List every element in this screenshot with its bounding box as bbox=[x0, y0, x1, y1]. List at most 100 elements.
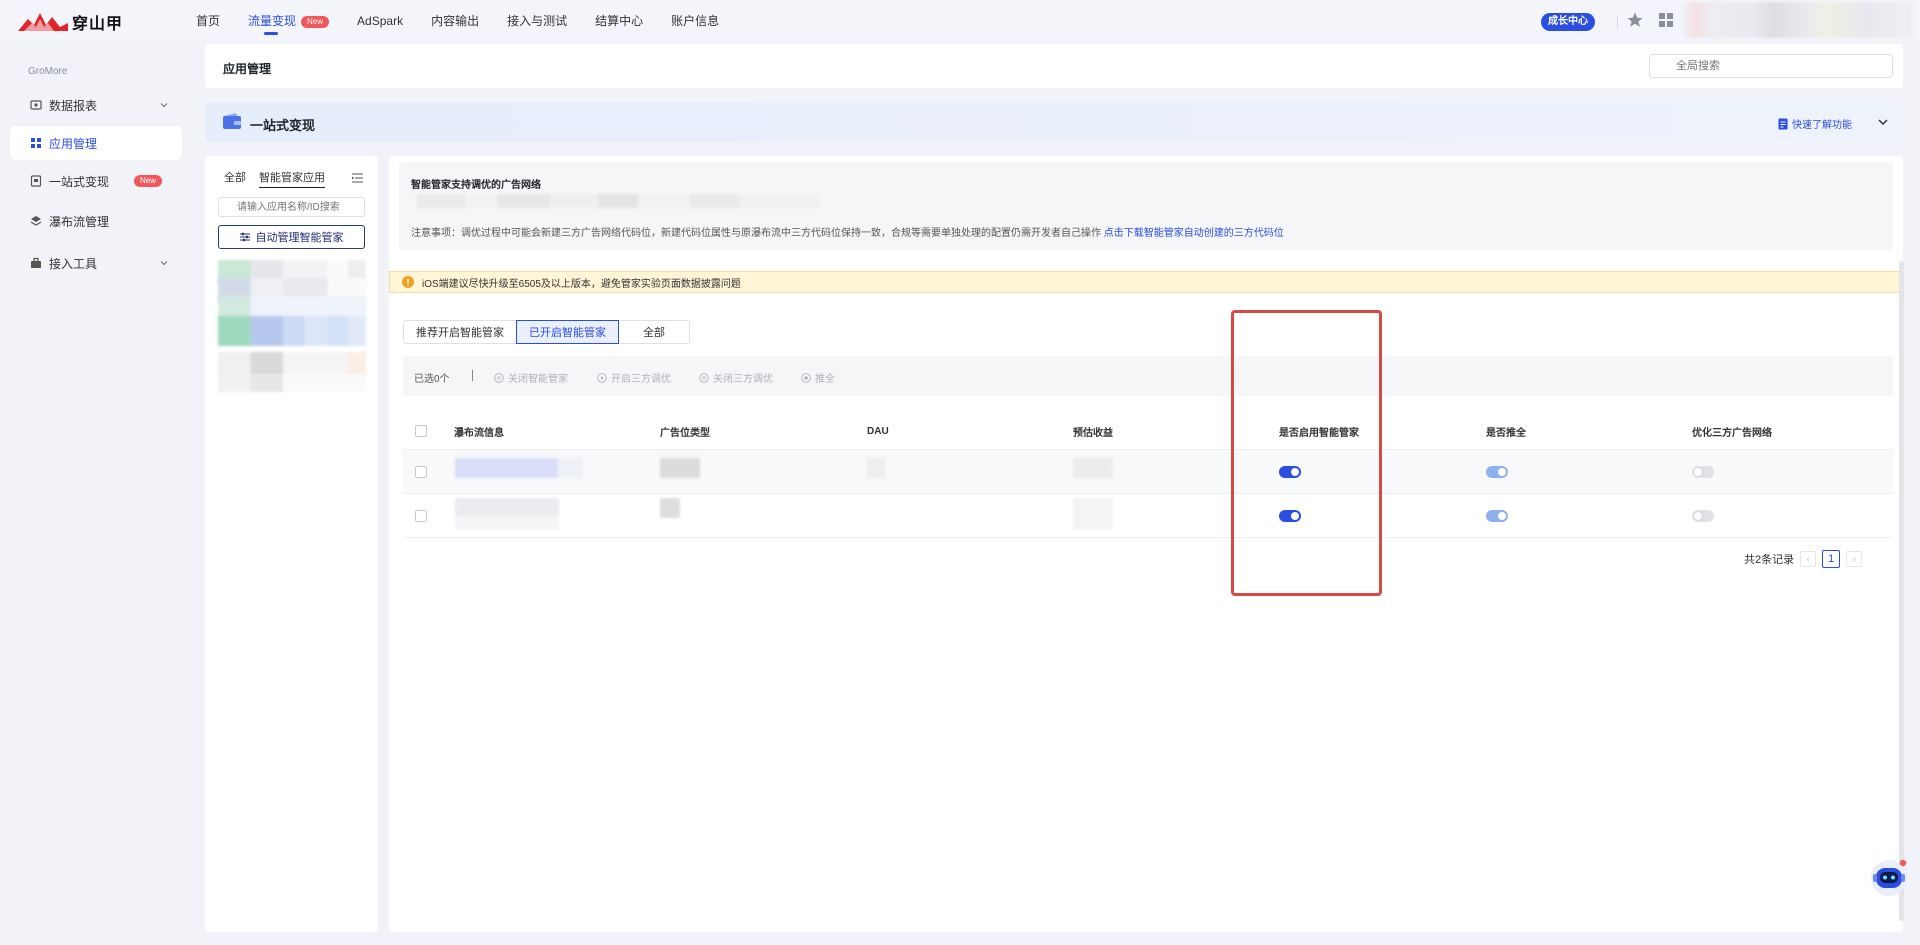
prev-page-button[interactable]: ‹ bbox=[1800, 551, 1817, 567]
wallet-icon bbox=[30, 175, 42, 187]
column-header-ad-type: 广告位类型 bbox=[660, 427, 710, 439]
warning-icon bbox=[402, 276, 414, 288]
column-header-estimated-revenue: 预估收益 bbox=[1073, 427, 1113, 439]
push-all-toggle[interactable] bbox=[1486, 466, 1508, 478]
chevron-down-icon[interactable] bbox=[1877, 117, 1889, 127]
nav-content-output[interactable]: 内容输出 bbox=[431, 0, 479, 42]
page-number-button[interactable]: 1 bbox=[1822, 550, 1841, 568]
sidebar-item-app-management[interactable]: 应用管理 bbox=[10, 126, 182, 160]
ad-type-cell bbox=[660, 498, 680, 518]
ad-network-logos bbox=[417, 194, 819, 208]
page-title: 应用管理 bbox=[223, 62, 272, 76]
sidebar-item-label: 数据报表 bbox=[49, 98, 98, 113]
tab-all[interactable]: 全部 bbox=[224, 169, 246, 185]
pause-icon bbox=[494, 372, 504, 383]
list-item[interactable] bbox=[218, 374, 366, 392]
bulk-action-label: 关闭智能管家 bbox=[508, 374, 568, 385]
page-scrollbar[interactable] bbox=[1899, 261, 1904, 921]
column-header-dau: DAU bbox=[867, 425, 889, 437]
pangolin-logo-icon bbox=[18, 13, 68, 31]
sidebar-group-label: GroMore bbox=[28, 66, 68, 77]
auto-manage-button[interactable]: 自动管理智能管家 bbox=[218, 225, 365, 249]
column-header-optimize-third-party: 优化三方广告网络 bbox=[1692, 427, 1772, 439]
tab-all-waterfalls[interactable]: 全部 bbox=[618, 320, 690, 344]
list-item[interactable] bbox=[218, 316, 366, 346]
one-stop-title: 一站式变现 bbox=[250, 118, 316, 133]
ad-type-cell bbox=[660, 458, 700, 478]
tab-enabled[interactable]: 已开启智能管家 bbox=[516, 320, 619, 344]
nav-adspark[interactable]: AdSpark bbox=[357, 0, 403, 42]
new-badge: New bbox=[301, 16, 330, 28]
layers-icon bbox=[30, 216, 42, 226]
nav-home[interactable]: 首页 bbox=[196, 0, 220, 42]
column-header-waterfall-info: 瀑布流信息 bbox=[454, 427, 504, 439]
sidebar-item-label: 一站式变现 bbox=[49, 174, 110, 189]
auto-manage-label: 自动管理智能管家 bbox=[255, 232, 344, 244]
quick-learn-label: 快速了解功能 bbox=[1792, 120, 1852, 131]
push-all-toggle[interactable] bbox=[1486, 510, 1508, 522]
bulk-action-label: 推全 bbox=[815, 374, 835, 385]
chevron-down-icon bbox=[160, 261, 168, 266]
select-all-checkbox[interactable] bbox=[415, 425, 427, 437]
wallet-icon bbox=[223, 113, 241, 129]
page-header: 应用管理 bbox=[205, 44, 1903, 88]
table-row[interactable] bbox=[403, 450, 1893, 494]
toolbox-icon bbox=[31, 257, 41, 268]
nav-integration-testing[interactable]: 接入与测试 bbox=[507, 0, 567, 42]
note-content: 注意事项：调优过程中可能会新建三方广告网络代码位，新建代码位属性与原瀑布流中三方… bbox=[411, 228, 1101, 239]
main-nav: 首页 流量变现 New AdSpark 内容输出 接入与测试 结算中心 账户信息 bbox=[196, 0, 747, 42]
nav-account-info[interactable]: 账户信息 bbox=[671, 0, 719, 42]
info-title: 智能管家支持调优的广告网络 bbox=[411, 180, 541, 191]
tab-smart-manager-apps[interactable]: 智能管家应用 bbox=[259, 169, 325, 188]
row-checkbox[interactable] bbox=[415, 466, 427, 478]
brand-logo[interactable]: 穿山甲 bbox=[18, 10, 123, 34]
play-icon bbox=[597, 372, 607, 383]
growth-center-button[interactable]: 成长中心 bbox=[1541, 13, 1595, 31]
optimize-third-party-toggle[interactable] bbox=[1692, 510, 1714, 522]
push-all-action[interactable]: 推全 bbox=[801, 370, 835, 385]
top-navigation-bar: 穿山甲 首页 流量变现 New AdSpark 内容输出 接入与测试 结算中心 账… bbox=[0, 0, 1920, 42]
grid-icon bbox=[31, 138, 41, 148]
sidebar-item-data-report[interactable]: 数据报表 bbox=[10, 88, 182, 122]
enable-third-party-tuning-action[interactable]: 开启三方调优 bbox=[597, 370, 671, 385]
sidebar-item-integration-tools[interactable]: 接入工具 bbox=[10, 246, 182, 280]
note-text: 注意事项：调优过程中可能会新建三方广告网络代码位，新建代码位属性与原瀑布流中三方… bbox=[411, 224, 1284, 239]
pause-icon bbox=[699, 372, 709, 383]
bulk-action-bar: 已选0个 关闭智能管家 开启三方调优 关闭三方调优 推全 bbox=[403, 356, 1893, 396]
chevron-down-icon bbox=[160, 103, 168, 108]
apps-grid-icon[interactable] bbox=[1658, 12, 1674, 28]
sidebar-item-one-stop[interactable]: 一站式变现 New bbox=[10, 164, 182, 198]
next-page-button[interactable]: › bbox=[1846, 551, 1863, 567]
nav-traffic-monetization-label: 流量变现 bbox=[248, 14, 297, 28]
app-list-panel: 全部 智能管家应用 自动管理智能管家 bbox=[205, 156, 378, 932]
user-avatar[interactable] bbox=[1683, 2, 1913, 38]
table-row[interactable] bbox=[403, 494, 1893, 538]
list-filter-icon[interactable] bbox=[352, 173, 363, 183]
settings-sliders-icon bbox=[239, 232, 250, 242]
row-checkbox[interactable] bbox=[415, 510, 427, 522]
info-box: 智能管家支持调优的广告网络 注意事项：调优过程中可能会新建三方广告网络代码位，新… bbox=[399, 162, 1893, 250]
sidebar-item-label: 应用管理 bbox=[49, 136, 98, 151]
app-search-input[interactable] bbox=[218, 197, 365, 217]
disable-smart-manager-action[interactable]: 关闭智能管家 bbox=[494, 370, 568, 385]
optimize-third-party-toggle[interactable] bbox=[1692, 466, 1714, 478]
assistant-robot-icon[interactable] bbox=[1869, 857, 1909, 897]
download-codes-link[interactable]: 点击下载智能管家自动创建的三方代码位 bbox=[1104, 228, 1284, 239]
warning-banner: iOS端建议尽快升级至6505及以上版本，避免管家实验页面数据披露问题 bbox=[389, 271, 1903, 293]
tab-recommended[interactable]: 推荐开启智能管家 bbox=[403, 320, 517, 344]
one-stop-banner: 一站式变现 快速了解功能 bbox=[205, 102, 1903, 142]
disable-third-party-tuning-action[interactable]: 关闭三方调优 bbox=[699, 370, 773, 385]
waterfall-info-cell bbox=[455, 458, 583, 478]
pagination: 共2条记录 ‹ 1 › bbox=[1744, 550, 1863, 568]
selected-count: 已选0个 bbox=[414, 374, 450, 385]
nav-settlement[interactable]: 结算中心 bbox=[595, 0, 643, 42]
list-item[interactable] bbox=[218, 352, 366, 376]
sidebar-item-waterfall[interactable]: 瀑布流管理 bbox=[10, 204, 182, 238]
quick-learn-link[interactable]: 快速了解功能 bbox=[1778, 116, 1852, 131]
revenue-cell bbox=[1073, 498, 1113, 530]
sidebar: GroMore 数据报表 应用管理 一站式变现 New 瀑布流管理 接入工具 bbox=[0, 42, 192, 945]
star-icon[interactable] bbox=[1626, 11, 1644, 29]
waterfall-info-cell bbox=[455, 498, 559, 530]
global-search-input[interactable] bbox=[1649, 54, 1893, 78]
nav-traffic-monetization[interactable]: 流量变现 New bbox=[248, 0, 330, 42]
